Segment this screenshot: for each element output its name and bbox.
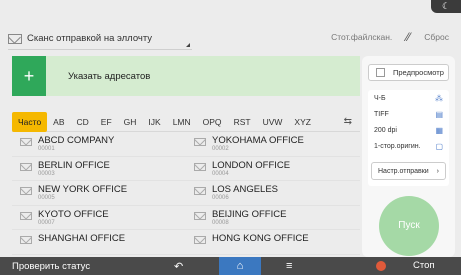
setting-value: TIFF [374, 110, 389, 118]
plus-icon: + [12, 56, 46, 96]
setting-color-mode: Ч-Б ⁂ [368, 90, 449, 106]
destination-number: 00002 [212, 146, 229, 152]
list-item[interactable]: HONG KONG OFFICE [186, 230, 360, 255]
email-icon [20, 138, 32, 146]
tab-lmn[interactable]: LMN [167, 112, 197, 132]
expand-corner-icon [186, 43, 190, 47]
list-item[interactable]: BERLIN OFFICE 00003 [12, 157, 186, 182]
list-item[interactable]: NEW YORK OFFICE 00005 [12, 181, 186, 206]
email-icon [194, 162, 206, 171]
email-icon [20, 236, 32, 245]
destination-name: NEW YORK OFFICE [38, 184, 128, 196]
destination-name: BERLIN OFFICE [38, 159, 110, 171]
home-icon[interactable]: ⌂ [219, 257, 261, 275]
destination-text: Сканс отправкой на эллочту [27, 33, 153, 44]
original-sides-icon: ▢ [435, 141, 443, 151]
setting-value: 1-стор.оригин. [374, 142, 421, 150]
top-links: Стот.файлскан. ⁄⁄ Сброс [331, 30, 449, 44]
destination-name: YOKOHAMA OFFICE [212, 135, 304, 146]
tab-ef[interactable]: EF [95, 112, 118, 132]
tab-uvw[interactable]: UVW [257, 112, 289, 132]
tab-opq[interactable]: OPQ [197, 112, 228, 132]
power-indicator-icon: ☾ [431, 0, 461, 13]
tab-cd[interactable]: CD [71, 112, 95, 132]
tab-frequent[interactable]: Часто [12, 111, 48, 132]
email-icon [194, 187, 206, 196]
destination-number: 00008 [212, 219, 229, 226]
start-button[interactable]: Пуск [379, 196, 439, 256]
destination-name: BEIJING OFFICE [212, 208, 287, 220]
destination-name: LOS ANGELES [212, 184, 279, 196]
email-icon [194, 236, 206, 245]
destination-name: SHANGHAI OFFICE [38, 233, 126, 245]
resolution-icon: ▦ [435, 125, 443, 135]
list-item[interactable]: BEIJING OFFICE 00008 [186, 206, 360, 231]
send-settings-button[interactable]: Настр.отправки › [371, 162, 446, 180]
setting-value: Ч-Б [374, 94, 386, 102]
alphabet-tabs: Часто AB CD EF GH IJK LMN OPQ RST UVW XY… [12, 111, 360, 132]
destination-list: ABCD COMPANY 00001 YOKOHAMA OFFICE 00002 B… [12, 132, 360, 256]
tab-ab[interactable]: AB [47, 112, 70, 132]
setting-original-sides: 1-стор.оригин. ▢ [368, 138, 449, 154]
destination-number: 00003 [38, 170, 55, 177]
destination-name: ABCD COMPANY [38, 135, 115, 146]
email-icon [20, 187, 32, 196]
file-type-icon: ▤ [435, 109, 443, 119]
email-icon [194, 138, 206, 146]
email-icon [194, 211, 206, 220]
bottom-bar: Проверить статус ↶ ⌂ ≡ Стоп [0, 257, 461, 275]
destination-number: 00006 [212, 195, 229, 202]
stop-button[interactable]: Стоп [413, 260, 435, 271]
reset-button[interactable]: Сброс [424, 32, 449, 42]
setting-file-type: TIFF ▤ [368, 106, 449, 122]
back-icon[interactable]: ↶ [174, 260, 183, 273]
color-mode-icon: ⁂ [435, 93, 443, 103]
add-destination-button[interactable]: + Указать адресатов [12, 56, 360, 96]
wand-icon[interactable]: ⁄⁄ [406, 30, 410, 44]
list-item[interactable]: ABCD COMPANY 00001 [12, 132, 186, 157]
destination-number: 00007 [38, 219, 55, 226]
setting-resolution: 200 dpi ▦ [368, 122, 449, 138]
tab-gh[interactable]: GH [118, 112, 143, 132]
check-status-button[interactable]: Проверить статус [12, 261, 90, 272]
destination-number: 00001 [38, 146, 55, 152]
destination-name: HONG KONG OFFICE [212, 233, 309, 245]
checkbox-icon [376, 68, 385, 77]
list-item[interactable]: LOS ANGELES 00006 [186, 181, 360, 206]
destination-number: 00005 [38, 195, 55, 202]
tab-xyz[interactable]: XYZ [288, 112, 317, 132]
email-icon [20, 162, 32, 171]
list-item[interactable]: SHANGHAI OFFICE [12, 230, 186, 255]
preview-label: Предпросмотр [393, 68, 444, 77]
tab-ijk[interactable]: IJK [142, 112, 166, 132]
stop-icon[interactable] [376, 261, 386, 271]
preview-checkbox[interactable]: Предпросмотр [368, 64, 449, 81]
email-icon [8, 33, 22, 44]
menu-icon[interactable]: ≡ [286, 260, 292, 272]
status-bar: ☾ [0, 0, 461, 13]
add-destination-label: Указать адресатов [68, 70, 151, 82]
scan-settings-panel: Ч-Б ⁂ TIFF ▤ 200 dpi ▦ 1-стор.оригин. ▢ … [368, 90, 449, 186]
destination-name: LONDON OFFICE [212, 159, 291, 171]
tab-rst[interactable]: RST [228, 112, 257, 132]
list-item[interactable]: KYOTO OFFICE 00007 [12, 206, 186, 231]
side-panel: Предпросмотр Ч-Б ⁂ TIFF ▤ 200 dpi ▦ 1-ст… [362, 56, 455, 257]
chevron-right-icon: › [436, 167, 439, 175]
destination-field[interactable]: Сканс отправкой на эллочту [8, 28, 192, 50]
email-icon [20, 211, 32, 220]
stored-file-button[interactable]: Стот.файлскан. [331, 32, 392, 42]
sort-icon[interactable]: ⇆ [344, 116, 360, 127]
destination-name: KYOTO OFFICE [38, 208, 109, 220]
setting-value: 200 dpi [374, 126, 397, 134]
destination-number: 00004 [212, 170, 229, 177]
list-item[interactable]: YOKOHAMA OFFICE 00002 [186, 132, 360, 157]
send-settings-label: Настр.отправки [378, 167, 429, 175]
list-item[interactable]: LONDON OFFICE 00004 [186, 157, 360, 182]
